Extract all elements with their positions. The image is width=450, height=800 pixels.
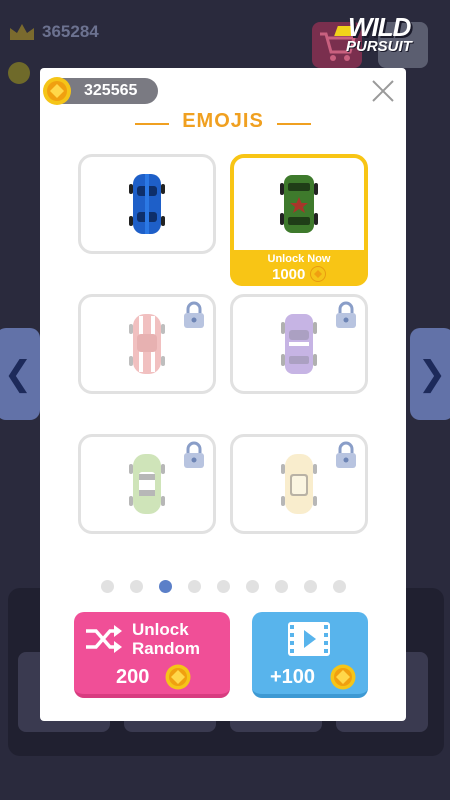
car-tile-green-white[interactable] bbox=[78, 434, 216, 534]
best-score: 365284 bbox=[42, 22, 99, 41]
pagination-dots bbox=[101, 580, 351, 594]
emoji-shop-modal: 325565 EMOJIS Unlock Now 1000 Unlock Ran… bbox=[40, 68, 406, 721]
unlock-now-label: Unlock Now bbox=[267, 253, 331, 265]
chevron-right-icon: ❯ bbox=[417, 355, 447, 393]
green-white-car-icon bbox=[129, 454, 165, 514]
game-logo: WILD PURSUIT bbox=[334, 12, 446, 58]
coin-icon bbox=[165, 664, 191, 690]
green-army-car-icon bbox=[280, 175, 318, 233]
game-top-bar: 365284 WILD PURSUIT bbox=[0, 0, 450, 84]
coin-icon bbox=[43, 77, 71, 105]
next-page-arrow[interactable]: ❯ bbox=[410, 328, 450, 420]
page-dot-active[interactable] bbox=[159, 580, 172, 593]
prev-page-arrow[interactable]: ❮ bbox=[0, 328, 40, 420]
unlock-now-button[interactable]: Unlock Now 1000 bbox=[230, 250, 368, 286]
car-tile-cream-taxi[interactable] bbox=[230, 434, 368, 534]
coin-icon bbox=[330, 664, 356, 690]
page-dot[interactable] bbox=[130, 580, 143, 593]
coin-icon bbox=[8, 62, 30, 84]
watch-video-button[interactable]: +100 bbox=[252, 612, 368, 698]
car-tile-blue[interactable] bbox=[78, 154, 216, 254]
page-dot[interactable] bbox=[217, 580, 230, 593]
unlock-random-label: Unlock Random bbox=[132, 620, 200, 658]
unlock-random-button[interactable]: Unlock Random 200 bbox=[74, 612, 230, 698]
coin-icon bbox=[310, 266, 326, 282]
page-dot[interactable] bbox=[246, 580, 259, 593]
pink-convertible-car-icon bbox=[129, 314, 165, 374]
shuffle-icon bbox=[86, 625, 122, 653]
page-dot[interactable] bbox=[333, 580, 346, 593]
chevron-left-icon: ❮ bbox=[3, 355, 33, 393]
unlock-now-price: 1000 bbox=[272, 266, 306, 283]
coin-balance-value: 325565 bbox=[84, 82, 138, 99]
car-tile-pink-convertible[interactable] bbox=[78, 294, 216, 394]
lock-icon bbox=[336, 441, 356, 468]
blue-car-icon bbox=[129, 174, 165, 234]
car-tile-purple-sports[interactable] bbox=[230, 294, 368, 394]
car-tile-green-army[interactable]: Unlock Now 1000 bbox=[230, 154, 368, 286]
coin-balance: 325565 bbox=[43, 77, 158, 105]
page-dot[interactable] bbox=[101, 580, 114, 593]
page-dot[interactable] bbox=[304, 580, 317, 593]
page-dot[interactable] bbox=[275, 580, 288, 593]
page-dot[interactable] bbox=[188, 580, 201, 593]
crown-icon bbox=[10, 24, 34, 40]
unlock-random-price: 200 bbox=[116, 666, 150, 688]
purple-sports-car-icon bbox=[281, 314, 317, 374]
close-icon[interactable] bbox=[370, 78, 396, 104]
video-icon bbox=[288, 622, 330, 656]
modal-title-row: EMOJIS bbox=[40, 110, 406, 136]
modal-title: EMOJIS bbox=[182, 110, 264, 132]
lock-icon bbox=[336, 301, 356, 328]
video-reward: +100 bbox=[270, 666, 316, 688]
lock-icon bbox=[184, 441, 204, 468]
cream-taxi-car-icon bbox=[281, 454, 317, 514]
lock-icon bbox=[184, 301, 204, 328]
